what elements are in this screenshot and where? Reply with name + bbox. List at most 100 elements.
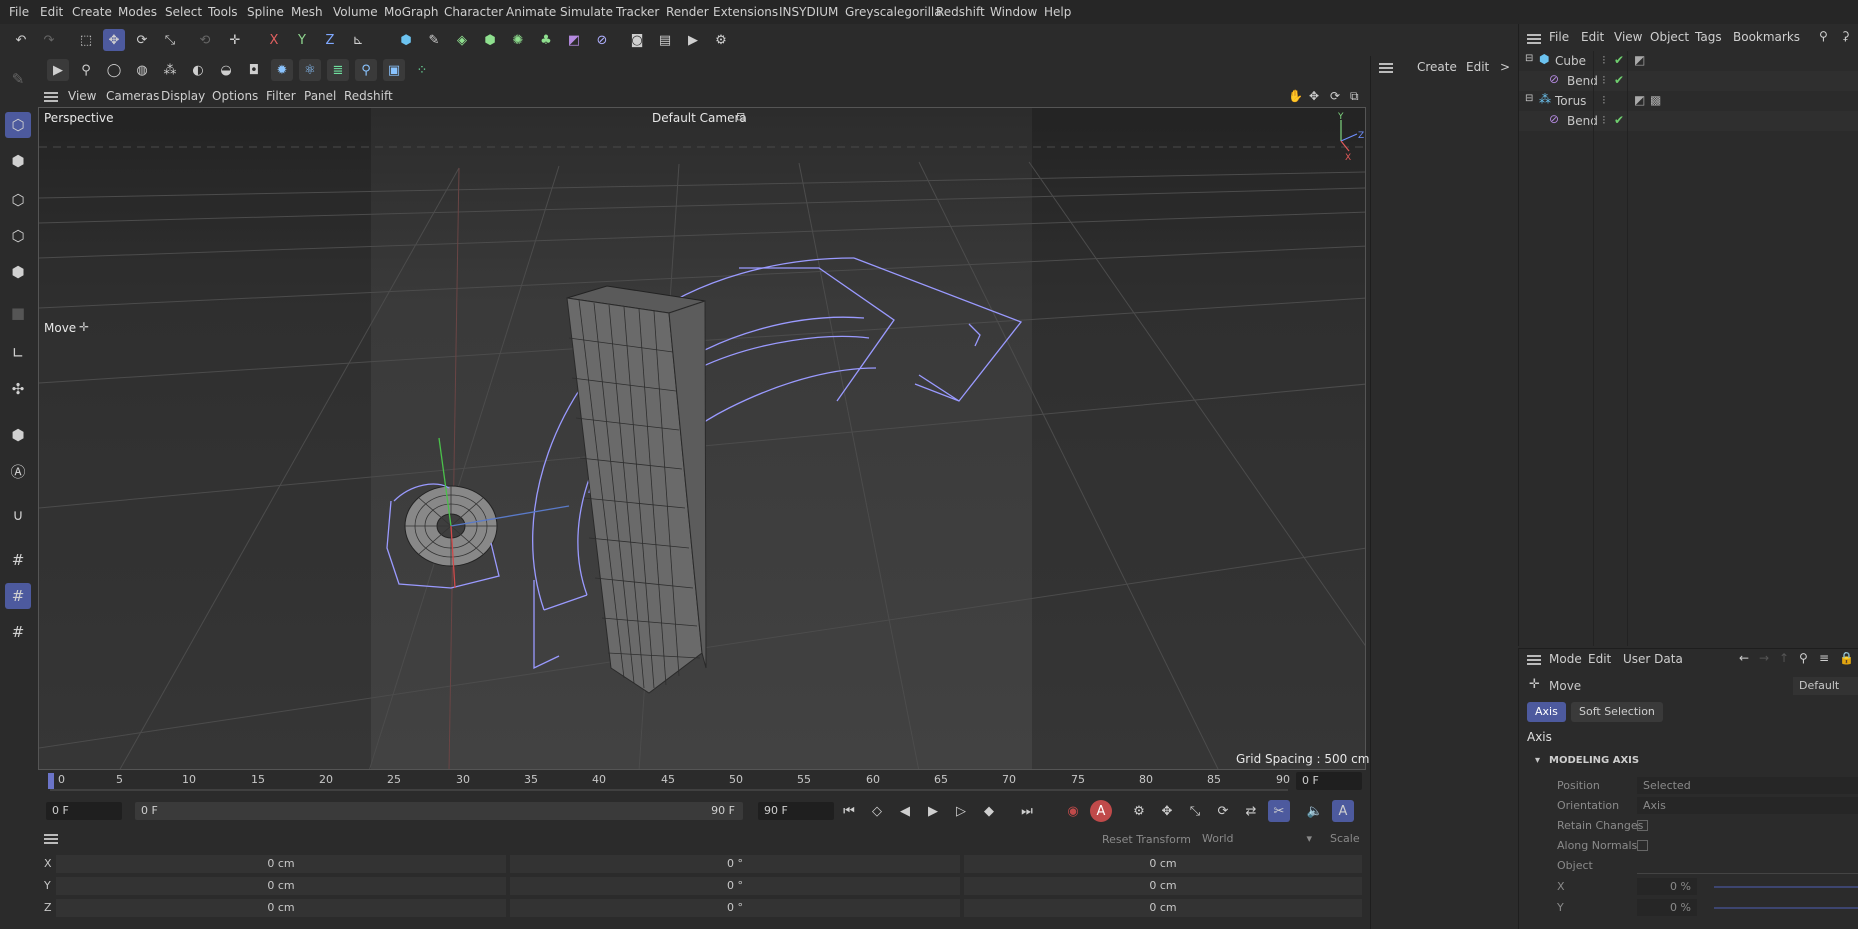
menu-help[interactable]: Help xyxy=(1044,5,1071,19)
keyframe-settings-icon[interactable]: ⚙ xyxy=(1128,800,1150,822)
menu-edit[interactable]: Edit xyxy=(40,5,63,19)
object-row-bend[interactable]: ⊘ Bend ⁝ ✔ xyxy=(1519,111,1858,131)
menu-render[interactable]: Render xyxy=(666,5,709,19)
x-percent-field[interactable]: 0 % xyxy=(1637,878,1697,895)
camera-icon[interactable]: ◙ xyxy=(626,29,648,51)
render-view-icon[interactable]: ▤ xyxy=(654,29,676,51)
visibility-dots-icon[interactable]: ⁝ xyxy=(1602,93,1606,107)
rotation-z-field[interactable]: 0 ° xyxy=(510,899,960,917)
edit-pen-icon[interactable]: ✎ xyxy=(5,66,31,92)
maximize-icon[interactable]: ⧉ xyxy=(1350,89,1359,104)
attr-menu-mode[interactable]: Mode xyxy=(1549,652,1582,666)
tab-soft-selection[interactable]: Soft Selection xyxy=(1571,702,1663,722)
key-rotation-icon[interactable]: ⟳ xyxy=(1212,800,1234,822)
scale-tool-icon[interactable]: ⤡ xyxy=(159,29,181,51)
tag-icon[interactable]: ◩ xyxy=(1634,53,1645,67)
vp-menu-display[interactable]: Display xyxy=(161,89,205,103)
position-y-field[interactable]: 0 cm xyxy=(56,877,506,895)
vp-menu-cameras[interactable]: Cameras xyxy=(106,89,159,103)
menu-mograph[interactable]: MoGraph xyxy=(384,5,439,19)
autokey-icon[interactable]: A xyxy=(1090,800,1112,822)
camera-name[interactable]: Default Camera xyxy=(652,111,747,125)
render-icon[interactable]: ▶ xyxy=(682,29,704,51)
live-selection-icon[interactable]: ⬚ xyxy=(75,29,97,51)
mid-panel-more[interactable]: > xyxy=(1500,60,1510,74)
mid-panel-hamburger-icon[interactable] xyxy=(1379,63,1393,73)
object-row-bend[interactable]: ⊘ Bend ⁝ ✔ xyxy=(1519,71,1858,91)
sound-icon[interactable]: 🔈 xyxy=(1304,800,1326,822)
edges-mode-icon[interactable]: ⬡ xyxy=(5,223,31,249)
solo-icon[interactable]: ⬢ xyxy=(5,422,31,448)
z-axis-lock[interactable]: Z xyxy=(319,29,341,51)
object-row-cube[interactable]: ⊟ ⬢ Cube ⁝ ✔ ◩ xyxy=(1519,51,1858,71)
orbit-icon[interactable]: ⟳ xyxy=(1330,89,1340,103)
globe-icon[interactable]: ◍ xyxy=(131,59,153,81)
mid-panel-create[interactable]: Create xyxy=(1417,60,1457,74)
coordinate-system-icon[interactable]: ⊾ xyxy=(347,29,369,51)
filter-icon[interactable]: ≡ xyxy=(1819,651,1829,665)
menu-redshift[interactable]: Redshift xyxy=(936,5,985,19)
along-normals-checkbox[interactable] xyxy=(1637,840,1648,851)
go-to-end-icon[interactable]: ⏭ xyxy=(1016,800,1038,822)
vp-menu-view[interactable]: View xyxy=(68,89,96,103)
redshift-object-icon[interactable]: ▣ xyxy=(383,59,405,81)
attributes-hamburger-icon[interactable] xyxy=(1527,655,1541,665)
render-settings-icon[interactable]: ⚙ xyxy=(710,29,732,51)
deformer-icon[interactable]: ◩ xyxy=(563,29,585,51)
y-percent-field[interactable]: 0 % xyxy=(1637,899,1697,916)
record-icon[interactable]: ◉ xyxy=(1062,800,1084,822)
light-icon[interactable]: ✹ xyxy=(271,59,293,81)
object-link-field[interactable] xyxy=(1637,857,1858,874)
recent-tool-icon[interactable]: ⟲ xyxy=(194,29,216,51)
menu-insydium[interactable]: INSYDIUM xyxy=(779,5,838,19)
previous-frame-icon[interactable]: ◀ xyxy=(894,800,916,822)
om-menu-view[interactable]: View xyxy=(1614,30,1642,44)
tag-icon[interactable]: ◩ xyxy=(1634,93,1645,107)
menu-file[interactable]: File xyxy=(9,5,29,19)
om-menu-file[interactable]: File xyxy=(1549,30,1569,44)
material-tag-icon[interactable]: ▩ xyxy=(1650,93,1661,107)
menu-modes[interactable]: Modes xyxy=(118,5,157,19)
position-x-field[interactable]: 0 cm xyxy=(56,855,506,873)
menu-select[interactable]: Select xyxy=(165,5,202,19)
pen-spline-icon[interactable]: ✎ xyxy=(423,29,445,51)
preview-range-slider[interactable]: 0 F 90 F xyxy=(135,802,743,820)
x-slider[interactable] xyxy=(1714,886,1858,888)
position-dropdown[interactable]: Selected xyxy=(1637,777,1858,794)
magnet-icon[interactable]: ∪ xyxy=(5,502,31,528)
reset-transform-button[interactable]: Reset Transform xyxy=(1102,833,1191,846)
expand-icon[interactable]: ⊟ xyxy=(1525,53,1533,64)
search-object-icon[interactable]: ⚲ xyxy=(355,59,377,81)
visibility-dots-icon[interactable]: ⁝ xyxy=(1602,53,1606,67)
visibility-dots-icon[interactable]: ⁝ xyxy=(1602,113,1606,127)
retain-changes-checkbox[interactable] xyxy=(1637,820,1648,831)
menu-spline[interactable]: Spline xyxy=(247,5,284,19)
x-axis-lock[interactable]: X xyxy=(263,29,285,51)
menu-animate[interactable]: Animate xyxy=(506,5,556,19)
y-axis-lock[interactable]: Y xyxy=(291,29,313,51)
menu-tracker[interactable]: Tracker xyxy=(616,5,659,19)
circle-icon[interactable]: ◐ xyxy=(187,59,209,81)
menu-greyscalegorilla[interactable]: Greyscalegorilla xyxy=(845,5,942,19)
current-frame-display[interactable]: 0 F xyxy=(1296,772,1362,790)
mograph-icon[interactable]: ♣ xyxy=(535,29,557,51)
snapshot-icon[interactable]: ◘ xyxy=(243,59,265,81)
mid-panel-edit[interactable]: Edit xyxy=(1466,60,1489,74)
collapse-icon[interactable]: ▾ xyxy=(1535,755,1540,766)
vp-menu-panel[interactable]: Panel xyxy=(304,89,336,103)
size-x-field[interactable]: 0 cm xyxy=(964,855,1362,873)
group-title[interactable]: MODELING AXIS xyxy=(1549,755,1639,766)
object-row-torus[interactable]: ⊟ ⁂ Torus ⁝ ◩ ▩ xyxy=(1519,91,1858,111)
menu-create[interactable]: Create xyxy=(72,5,112,19)
previous-key-icon[interactable]: ◇ xyxy=(866,800,888,822)
field-icon[interactable]: ⊘ xyxy=(591,29,613,51)
font-icon[interactable]: Ⓐ xyxy=(5,458,31,484)
size-y-field[interactable]: 0 cm xyxy=(964,877,1362,895)
generator-icon[interactable]: ⬢ xyxy=(479,29,501,51)
rotation-y-field[interactable]: 0 ° xyxy=(510,877,960,895)
object-name[interactable]: Torus xyxy=(1555,94,1586,108)
object-name[interactable]: Cube xyxy=(1555,54,1586,68)
viewport[interactable]: Y Z X xyxy=(38,107,1366,770)
workplane-auto-icon[interactable]: # xyxy=(5,619,31,645)
visibility-dots-icon[interactable]: ⁝ xyxy=(1602,73,1606,87)
